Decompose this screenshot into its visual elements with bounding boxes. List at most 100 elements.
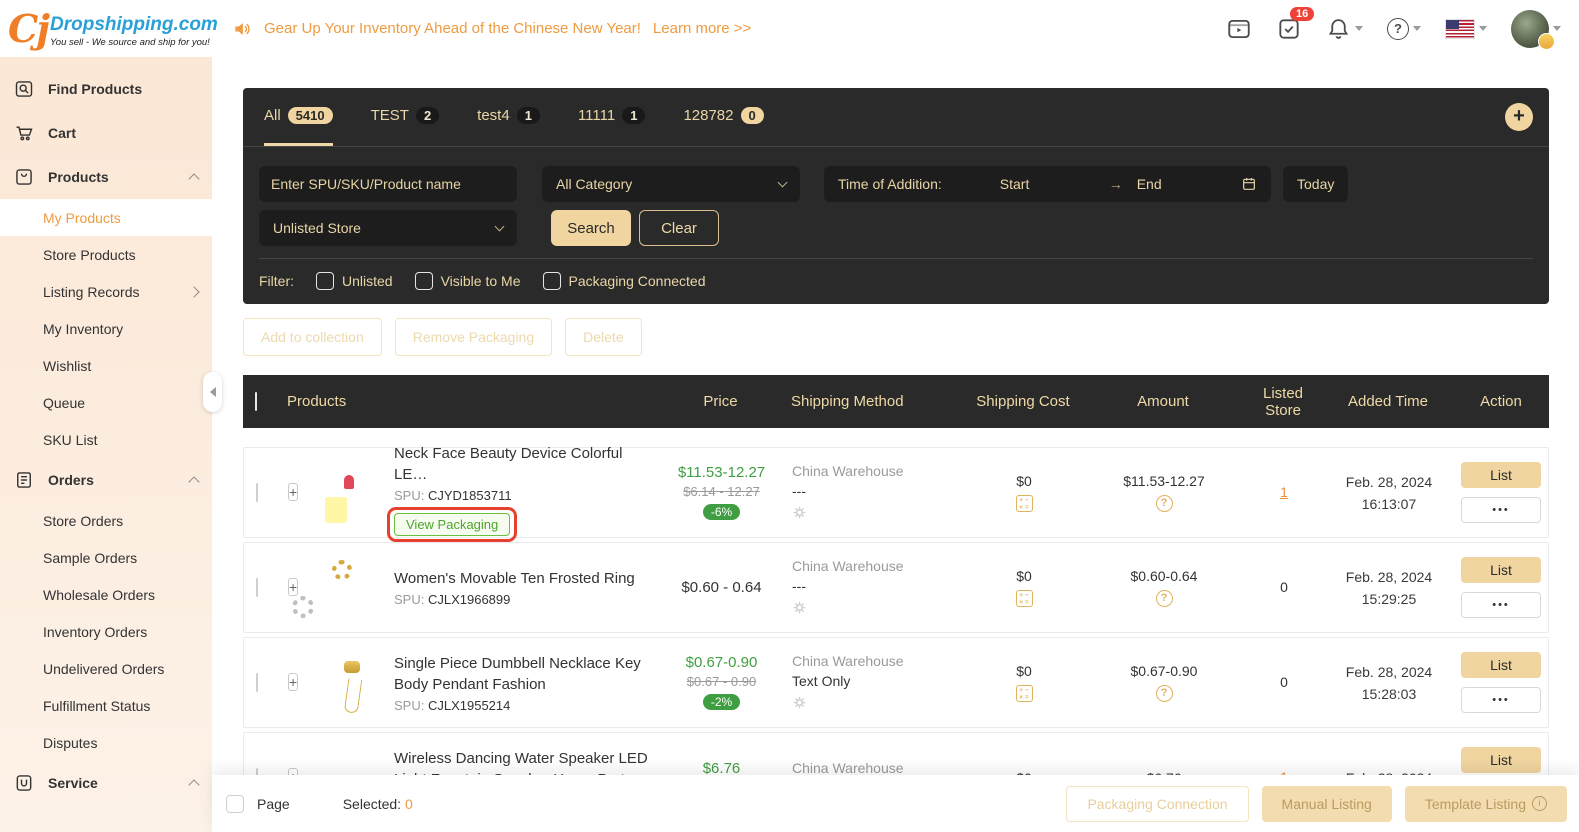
notifications-bell[interactable] — [1326, 16, 1363, 41]
sidebar: Find Products Cart Products My Products … — [0, 57, 212, 832]
clear-button[interactable]: Clear — [639, 210, 719, 246]
sidebar-item-store-orders[interactable]: Store Orders — [0, 502, 212, 539]
sidebar-item-sample-orders[interactable]: Sample Orders — [0, 539, 212, 576]
tab-label: TEST — [370, 107, 409, 124]
collapse-arrow-icon — [209, 387, 216, 397]
listed-store-link[interactable]: 1 — [1280, 484, 1288, 500]
more-actions-button[interactable]: ••• — [1461, 592, 1541, 618]
sidebar-item-disputes[interactable]: Disputes — [0, 724, 212, 761]
language-selector[interactable] — [1445, 18, 1487, 39]
announcement-bar: Gear Up Your Inventory Ahead of the Chin… — [232, 19, 751, 39]
amount-value: $0.60-0.64 — [1130, 568, 1198, 584]
sidebar-item-store-products[interactable]: Store Products — [0, 236, 212, 273]
learn-more-link[interactable]: Learn more >> — [653, 20, 751, 37]
today-button[interactable]: Today — [1283, 166, 1349, 202]
sidebar-item-queue[interactable]: Queue — [0, 384, 212, 421]
sidebar-item-wishlist[interactable]: Wishlist — [0, 347, 212, 384]
packaging-connected-checkbox[interactable] — [542, 272, 561, 290]
tab-128782[interactable]: 128782 0 — [683, 88, 764, 146]
amount-value: $11.53-12.27 — [1123, 473, 1205, 489]
list-button[interactable]: List — [1461, 462, 1541, 488]
category-select[interactable]: All Category — [542, 166, 800, 202]
date-start-field[interactable]: Start — [1000, 176, 1030, 192]
speaker-icon — [232, 19, 252, 39]
row-checkbox[interactable] — [256, 672, 258, 692]
us-flag-icon — [1445, 18, 1475, 39]
shipping-settings-gear-icon[interactable] — [792, 695, 964, 715]
footer-select-page-checkbox[interactable] — [226, 794, 244, 813]
tab-all[interactable]: All 5410 — [264, 88, 333, 146]
calculator-icon[interactable]: + − × = — [1015, 685, 1033, 702]
unlisted-checkbox[interactable] — [316, 272, 334, 290]
table-row: + Neck Face Beauty Device Colorful LE… S… — [243, 445, 1549, 542]
sidebar-collapse-handle[interactable] — [203, 372, 222, 412]
template-listing-button[interactable]: Template Listing i — [1404, 785, 1567, 822]
row-expand-button[interactable]: + — [288, 672, 299, 691]
tab-test[interactable]: TEST 2 — [371, 88, 440, 146]
delete-button[interactable]: Delete — [565, 318, 642, 356]
sidebar-item-label: Listing Records — [43, 283, 140, 300]
sidebar-item-label: Wholesale Orders — [43, 586, 156, 603]
visible-to-me-checkbox[interactable] — [414, 272, 433, 290]
row-expand-button[interactable]: + — [288, 482, 299, 501]
store-select[interactable]: Unlisted Store — [259, 210, 517, 246]
annotation-highlight-box: View Packaging — [387, 507, 518, 542]
row-checkbox[interactable] — [256, 577, 258, 597]
calculator-icon[interactable]: + − × = — [1015, 590, 1033, 607]
tab-11111[interactable]: 11111 1 — [578, 88, 646, 146]
tab-count-badge: 1 — [516, 107, 540, 124]
sidebar-item-find-products[interactable]: Find Products — [0, 67, 212, 111]
date-end-field[interactable]: End — [1137, 176, 1162, 192]
select-all-checkbox[interactable] — [255, 392, 257, 411]
amount-help-icon[interactable]: ? — [1155, 685, 1173, 702]
view-packaging-button[interactable]: View Packaging — [394, 513, 511, 536]
sidebar-item-inventory-orders[interactable]: Inventory Orders — [0, 613, 212, 650]
shipping-settings-gear-icon[interactable] — [792, 600, 964, 620]
amount-help-icon[interactable]: ? — [1155, 590, 1173, 607]
search-input[interactable] — [259, 166, 517, 202]
sidebar-item-my-products[interactable]: My Products — [0, 199, 212, 236]
more-actions-button[interactable]: ••• — [1461, 497, 1541, 523]
sidebar-item-sku-list[interactable]: SKU List — [0, 421, 212, 458]
product-title[interactable]: Neck Face Beauty Device Colorful LE… — [394, 443, 649, 485]
sidebar-item-orders[interactable]: Orders — [0, 458, 212, 502]
more-actions-button[interactable]: ••• — [1461, 687, 1541, 713]
sidebar-item-service[interactable]: Service — [0, 761, 212, 805]
remove-packaging-button[interactable]: Remove Packaging — [394, 318, 553, 356]
sidebar-item-cart[interactable]: Cart — [0, 111, 212, 155]
tutorial-video-icon[interactable] — [1226, 16, 1252, 42]
app-logo[interactable]: Cj Dropshipping.com You sell - We source… — [0, 8, 218, 49]
sidebar-item-listing-records[interactable]: Listing Records — [0, 273, 212, 310]
account-menu[interactable] — [1511, 9, 1561, 50]
sidebar-item-my-inventory[interactable]: My Inventory — [0, 310, 212, 347]
header-price: Price — [703, 393, 738, 410]
add-to-collection-button[interactable]: Add to collection — [243, 318, 382, 356]
sidebar-item-label: My Inventory — [43, 320, 124, 337]
sidebar-item-wholesale-orders[interactable]: Wholesale Orders — [0, 576, 212, 613]
calculator-icon[interactable]: + − × = — [1015, 495, 1033, 512]
row-checkbox[interactable] — [256, 482, 258, 502]
list-button[interactable]: List — [1461, 557, 1541, 583]
packaging-connection-button[interactable]: Packaging Connection — [1066, 785, 1249, 822]
announcement-text: Gear Up Your Inventory Ahead of the Chin… — [264, 20, 641, 37]
list-button[interactable]: List — [1461, 747, 1541, 773]
shipping-settings-gear-icon[interactable] — [792, 505, 964, 525]
date-range-picker[interactable]: Time of Addition: Start → End — [824, 166, 1271, 202]
add-collection-button[interactable]: + — [1505, 103, 1533, 131]
help-menu[interactable]: ? — [1387, 17, 1421, 40]
manual-listing-button[interactable]: Manual Listing — [1261, 785, 1392, 822]
product-title[interactable]: Single Piece Dumbbell Necklace Key Body … — [394, 653, 649, 695]
sidebar-item-products[interactable]: Products — [0, 155, 212, 199]
product-title[interactable]: Women's Movable Ten Frosted Ring — [394, 568, 649, 589]
product-table-body: + Neck Face Beauty Device Colorful LE… S… — [243, 445, 1549, 827]
tasks-count-badge: 16 — [1290, 6, 1315, 21]
search-button[interactable]: Search — [551, 210, 631, 246]
tab-test4[interactable]: test4 1 — [477, 88, 540, 146]
sidebar-item-fulfillment-status[interactable]: Fulfillment Status — [0, 687, 212, 724]
row-expand-button[interactable]: + — [288, 577, 299, 596]
listed-store-count: 0 — [1280, 578, 1288, 595]
list-button[interactable]: List — [1461, 652, 1541, 678]
amount-help-icon[interactable]: ? — [1155, 495, 1173, 512]
sidebar-item-undelivered-orders[interactable]: Undelivered Orders — [0, 650, 212, 687]
tasks-icon[interactable]: 16 — [1276, 6, 1315, 42]
